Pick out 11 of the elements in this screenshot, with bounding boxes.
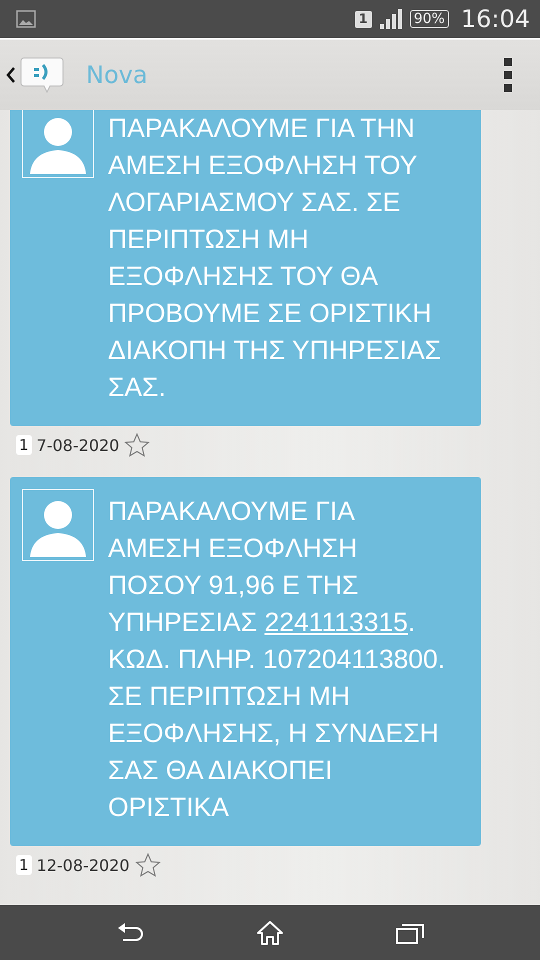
sim-indicator: 1 bbox=[16, 855, 32, 875]
battery-level: 90% bbox=[410, 10, 449, 28]
sim-indicator: 1 bbox=[16, 435, 32, 455]
message-date: 7-08-2020 bbox=[36, 436, 120, 454]
clock-time: 16:04 bbox=[460, 5, 530, 33]
phone-link[interactable]: 2241113315 bbox=[264, 607, 408, 637]
message-date: 12-08-2020 bbox=[36, 856, 130, 874]
sim-indicator: 1 bbox=[354, 10, 372, 28]
message-text: ΠΑΡΑΚΑΛΟΥΜΕ ΓΙΑ ΤΗΝ ΑΜΕΣΗ ΕΞΟΦΛΗΣΗ ΤΟΥ ΛΟΓΑΡΙΑΣΜΟΥ ΣΑΣ. ΣΕ ΠΕΡΙΠΤΩΣΗ ΜΗ ΕΞΟΦΛΗΣΗΣ ΤΟΥ ΘΑ ΠΡΟΒΟΥΜΕ ΣΕ ΟΡΙΣΤΙΚΗ ΔΙΑΚΟΠΗ ΤΗΣ ΥΠΗΡΕΣΙΑΣ ΣΑΣ. bbox=[108, 112, 442, 404]
message-text: ΠΑΡΑΚΑΛΟΥΜΕ ΓΙΑ ΑΜΕΣΗ ΕΞΟΦΛΗΣΗ ΠΟΣΟΥ 91,96 Ε ΤΗΣ ΥΠΗΡΕΣΙΑΣ 2241113315. ΚΩΔ. ΠΛΗΡ. 107204113800. ΣΕ ΠΕΡΙΠΤΩΣΗ ΜΗ ΕΞΟΦΛΗΣΗΣ, Η ΣΥΝΔΕΣΗ ΣΑΣ ΘΑ ΔΙΑΚΟΠΕΙ ΟΡΙΣΤΙΚΑ bbox=[108, 495, 446, 824]
conversation-title: Nova bbox=[86, 61, 148, 89]
